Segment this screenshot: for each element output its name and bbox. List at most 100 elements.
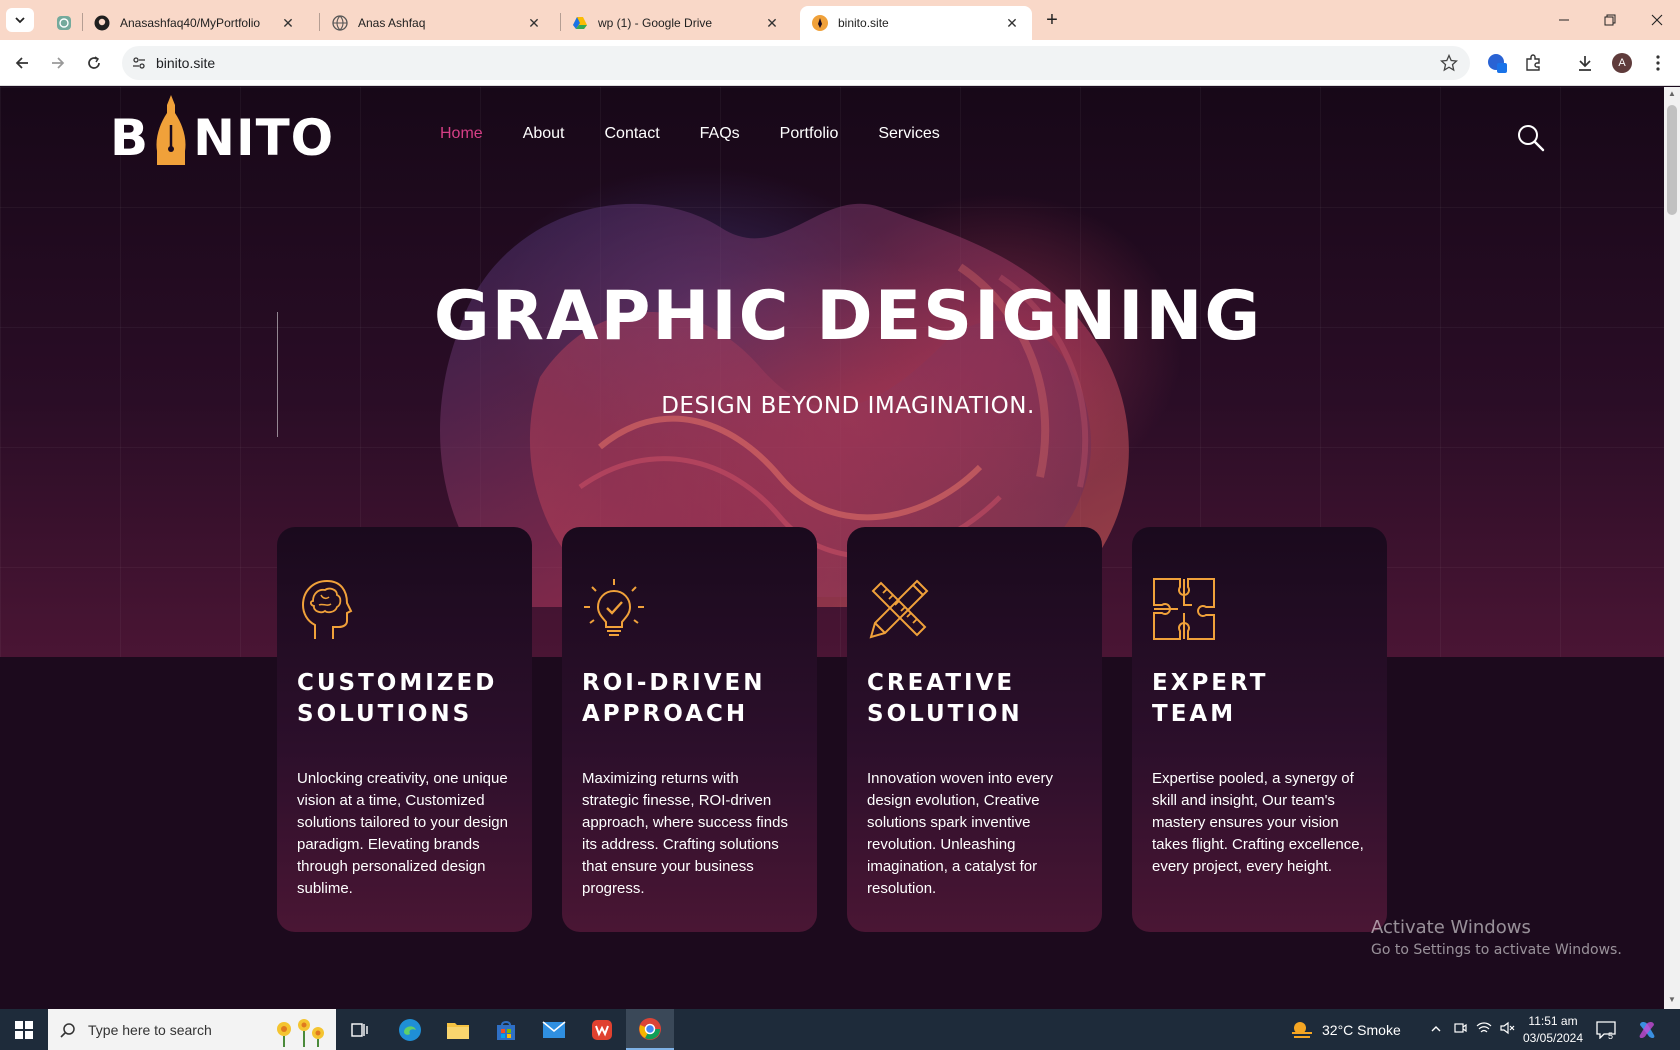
taskbar-edge[interactable] (386, 1009, 434, 1050)
flowers-search-highlight-icon (277, 1019, 324, 1047)
card-description: Expertise pooled, a synergy of skill and… (1152, 770, 1364, 875)
close-icon[interactable]: ✕ (1004, 15, 1020, 31)
globe-icon (332, 15, 348, 31)
feature-cards: CUSTOMIZED SOLUTIONS Unlocking creativit… (277, 527, 1387, 932)
minimize-icon (1559, 19, 1569, 21)
nav-link-about[interactable]: About (523, 125, 565, 143)
download-icon[interactable] (1572, 50, 1598, 76)
tab-github[interactable]: Anasashfaq40/MyPortfolio ✕ (82, 6, 308, 40)
clock-date: 03/05/2024 (1522, 1031, 1584, 1045)
card-title-line1: CUSTOMIZED (297, 670, 498, 696)
nav-link-contact[interactable]: Contact (605, 125, 660, 143)
restore-button[interactable] (1587, 0, 1633, 40)
puzzle-icon (1153, 578, 1215, 640)
hero-subtitle: DESIGN BEYOND IMAGINATION. (661, 393, 1035, 419)
feature-card-roi: ROI-DRIVEN APPROACH Maximizing returns w… (562, 527, 817, 932)
clock-time: 11:51 am (1528, 1014, 1578, 1028)
site-navigation: Home About Contact FAQs Portfolio Servic… (440, 125, 940, 143)
close-window-button[interactable] (1634, 0, 1680, 40)
chatgpt-icon (56, 15, 72, 31)
taskbar-wps[interactable] (578, 1009, 626, 1050)
chrome-icon (639, 1017, 661, 1040)
edge-icon (399, 1018, 421, 1041)
notification-count-badge: 5 (1608, 1030, 1614, 1041)
brain-head-icon (301, 579, 353, 639)
close-icon[interactable]: ✕ (280, 15, 296, 31)
chevron-up-icon[interactable] (1424, 1022, 1448, 1038)
tab-binito-site[interactable]: binito.site ✕ (800, 6, 1032, 40)
pen-nib-logo-icon (156, 95, 186, 165)
haze-weather-icon (1292, 1021, 1312, 1038)
scrollbar-thumb[interactable] (1667, 105, 1677, 215)
search-icon[interactable] (1516, 123, 1546, 153)
scroll-up-arrow-icon[interactable]: ▲ (1667, 89, 1677, 99)
reload-icon (88, 56, 100, 69)
notification-center-button[interactable]: 5 (1596, 1009, 1616, 1050)
close-icon[interactable]: ✕ (526, 15, 542, 31)
card-description: Innovation woven into every design evolu… (867, 770, 1053, 897)
card-title-line2: SOLUTION (867, 701, 1023, 727)
bookmark-star-icon[interactable] (1439, 53, 1459, 77)
back-button[interactable] (8, 49, 36, 77)
card-title-line2: TEAM (1152, 701, 1237, 727)
nav-link-home[interactable]: Home (440, 125, 483, 143)
task-view-button[interactable] (336, 1009, 384, 1050)
new-tab-button[interactable]: + (1040, 9, 1064, 31)
forward-button[interactable] (44, 49, 72, 77)
taskbar-clock[interactable]: 11:51 am 03/05/2024 (1518, 1013, 1588, 1047)
browser-toolbar: binito.site A (0, 40, 1680, 86)
profile-avatar[interactable]: A (1612, 53, 1632, 73)
feature-card-creative: CREATIVE SOLUTION Innovation woven into … (847, 527, 1102, 932)
extensions-puzzle-icon[interactable] (1520, 50, 1546, 76)
network-icon[interactable] (1472, 1021, 1496, 1038)
minimize-button[interactable] (1541, 0, 1587, 40)
taskbar-mail[interactable] (530, 1009, 578, 1050)
tab-google-drive[interactable]: wp (1) - Google Drive ✕ (560, 6, 792, 40)
copilot-taskbar-button[interactable] (1636, 1009, 1658, 1050)
site-info-icon[interactable] (122, 46, 156, 80)
taskbar-search-box[interactable]: Type here to search (48, 1009, 336, 1050)
reload-button[interactable] (80, 49, 108, 77)
restore-icon (1604, 14, 1616, 26)
web-page: B NITO Home About Contact FAQs Portfolio… (0, 87, 1664, 1009)
pencil-ruler-icon (869, 579, 929, 639)
watermark-line2: Go to Settings to activate Windows. (1371, 942, 1622, 958)
nav-link-portfolio[interactable]: Portfolio (780, 125, 839, 143)
browser-tab-strip: Anasashfaq40/MyPortfolio ✕ Anas Ashfaq ✕… (0, 0, 1680, 40)
taskbar-chrome[interactable] (626, 1009, 674, 1050)
scroll-down-arrow-icon[interactable]: ▼ (1667, 995, 1677, 1005)
url-text: binito.site (156, 55, 216, 71)
nav-link-services[interactable]: Services (878, 125, 939, 143)
address-bar[interactable]: binito.site (122, 46, 1470, 80)
more-menu-icon[interactable] (1645, 50, 1671, 76)
copilot-icon (1639, 1021, 1655, 1038)
folder-icon (447, 1022, 469, 1039)
arrow-left-icon (15, 57, 28, 69)
tab-anas-ashfaq[interactable]: Anas Ashfaq ✕ (320, 6, 554, 40)
meet-now-icon[interactable] (1448, 1021, 1472, 1038)
tab-chatgpt[interactable] (44, 6, 82, 40)
store-icon (497, 1020, 515, 1040)
start-button[interactable] (0, 1009, 48, 1050)
system-tray-icons (1424, 1009, 1520, 1050)
feature-card-customized: CUSTOMIZED SOLUTIONS Unlocking creativit… (277, 527, 532, 932)
arrow-right-icon (52, 57, 65, 69)
search-icon (60, 1022, 75, 1038)
page-scrollbar[interactable]: ▲ ▼ (1664, 87, 1680, 1009)
card-title-line1: CREATIVE (867, 670, 1016, 696)
tab-search-button[interactable] (6, 8, 34, 32)
copilot-extension-icon[interactable] (1484, 50, 1510, 76)
weather-text: 32°C Smoke (1322, 1021, 1401, 1038)
binito-logo[interactable]: B NITO (110, 95, 335, 167)
weather-widget[interactable]: 32°C Smoke (1290, 1009, 1401, 1050)
activate-windows-watermark: Activate Windows Go to Settings to activ… (1371, 917, 1622, 958)
close-icon[interactable]: ✕ (764, 15, 780, 31)
taskbar-file-explorer[interactable] (434, 1009, 482, 1050)
hero-title: GRAPHIC DESIGNING (433, 277, 1263, 356)
logo-letters-nito: NITO (193, 109, 335, 167)
taskbar-store[interactable] (482, 1009, 530, 1050)
volume-muted-icon[interactable] (1496, 1021, 1520, 1038)
binito-favicon-icon (812, 15, 828, 31)
nav-link-faqs[interactable]: FAQs (700, 125, 740, 143)
google-drive-icon (572, 15, 588, 31)
